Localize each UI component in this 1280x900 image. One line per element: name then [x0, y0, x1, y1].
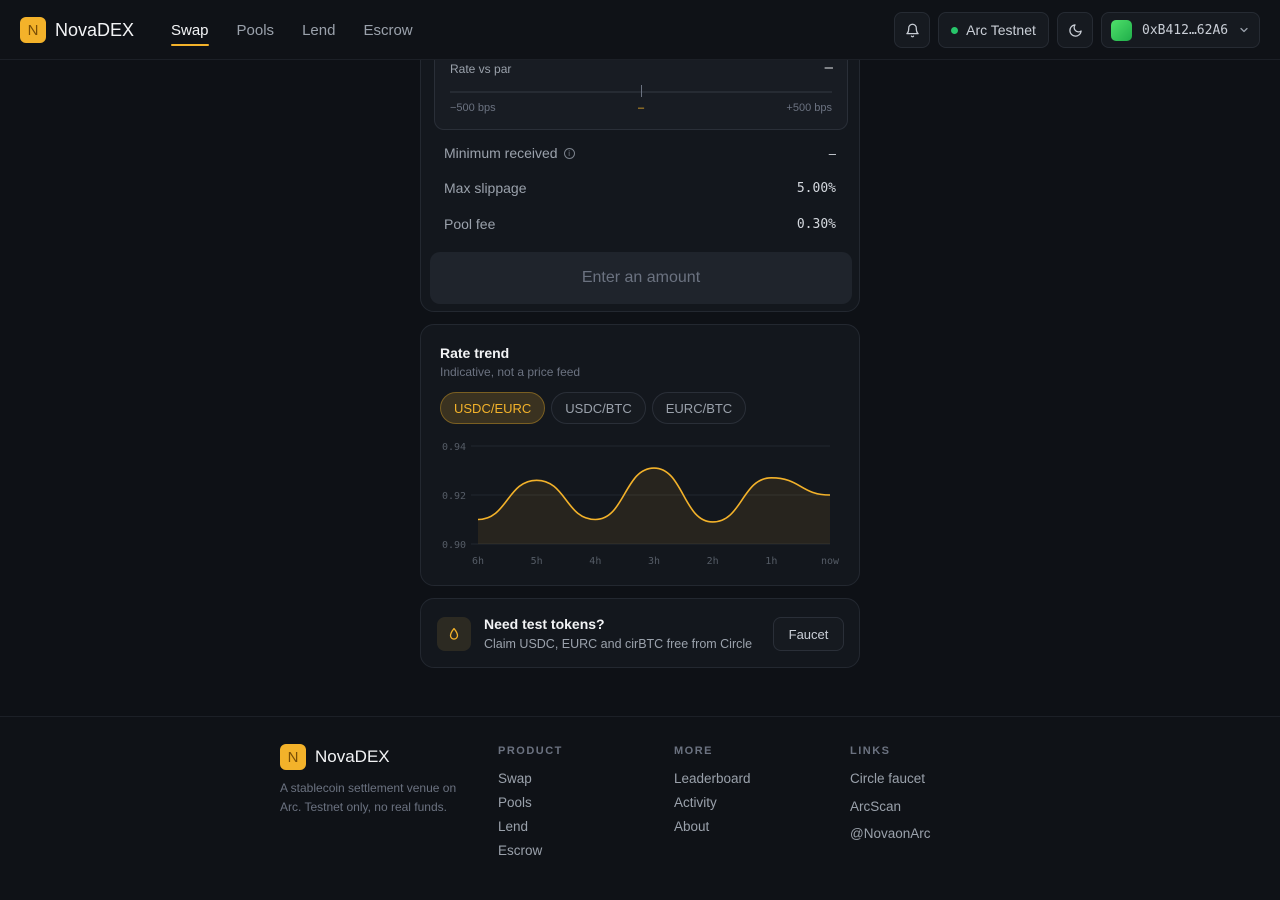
footer-link-pools[interactable]: Pools: [498, 795, 563, 819]
x-tick-label: 6h: [472, 556, 484, 567]
moon-icon: [1068, 23, 1082, 37]
footer-link-about[interactable]: About: [674, 819, 751, 843]
x-tick-label: 4h: [589, 556, 601, 567]
main-nav: Swap Pools Lend Escrow: [171, 0, 441, 60]
notifications-button[interactable]: [894, 12, 930, 48]
footer-more-column: MORE Leaderboard Activity About: [674, 745, 751, 843]
max-slippage-row: Max slippage 5.00%: [444, 180, 836, 196]
network-status-dot: [951, 26, 959, 34]
footer-link-twitter[interactable]: @NovaonArc: [850, 826, 931, 854]
footer-links-column: LINKS Circle faucet ArcScan @NovaonArc: [850, 745, 931, 854]
footer-brand[interactable]: N NovaDEX: [280, 744, 390, 770]
rate-scale-marker: [641, 85, 642, 97]
pool-fee-value: 0.30%: [796, 216, 836, 232]
rate-trend-title: Rate trend: [440, 345, 510, 361]
chevron-down-icon: [1240, 27, 1248, 33]
wallet-button[interactable]: 0xB412…62A6: [1101, 12, 1260, 48]
footer-links-title: LINKS: [850, 745, 891, 757]
footer-link-leaderboard[interactable]: Leaderboard: [674, 771, 751, 795]
footer-link-escrow[interactable]: Escrow: [498, 843, 563, 867]
footer-logo-icon: N: [280, 744, 306, 770]
footer-link-activity[interactable]: Activity: [674, 795, 751, 819]
footer-brand-name: NovaDEX: [315, 747, 390, 766]
pair-usdc-eurc[interactable]: USDC/EURC: [440, 392, 546, 424]
pool-fee-row: Pool fee 0.30%: [444, 216, 836, 232]
rate-trend-card: Rate trend Indicative, not a price feed …: [420, 324, 860, 586]
minimum-received-row: Minimum received i –: [444, 145, 836, 161]
y-tick-label: 0.92: [442, 491, 466, 502]
faucet-subtitle: Claim USDC, EURC and cirBTC free from Ci…: [484, 637, 753, 651]
rate-scale-max: +500 bps: [786, 102, 832, 114]
rate-trend-subtitle: Indicative, not a price feed: [440, 365, 581, 379]
footer-product-column: PRODUCT Swap Pools Lend Escrow: [498, 745, 563, 867]
rate-vs-par-value: –: [824, 59, 833, 76]
wallet-address: 0xB412…62A6: [1142, 22, 1229, 38]
brand[interactable]: N NovaDEX: [20, 17, 134, 43]
pair-eurc-btc[interactable]: EURC/BTC: [651, 392, 747, 424]
theme-toggle[interactable]: [1057, 12, 1093, 48]
faucet-title: Need test tokens?: [484, 616, 605, 632]
x-tick-label: 2h: [707, 556, 719, 567]
x-tick-label: 3h: [648, 556, 660, 567]
nav-swap[interactable]: Swap: [171, 0, 209, 60]
x-tick-label: now: [821, 556, 840, 567]
footer-link-swap[interactable]: Swap: [498, 771, 563, 795]
rate-trend-chart: 0.94 0.92 0.90 6h 5h 4h 3h 2h 1h now: [442, 442, 840, 567]
footer-link-lend[interactable]: Lend: [498, 819, 563, 843]
footer-more-title: MORE: [674, 745, 713, 757]
y-tick-label: 0.90: [442, 540, 466, 551]
info-icon[interactable]: i: [563, 147, 575, 159]
footer-link-arcscan[interactable]: ArcScan: [850, 799, 931, 827]
faucet-button[interactable]: Faucet: [773, 617, 844, 651]
nav-lend[interactable]: Lend: [302, 0, 335, 60]
pool-fee-label: Pool fee: [444, 216, 496, 232]
x-tick-label: 5h: [531, 556, 543, 567]
avatar: [1111, 19, 1132, 41]
max-slippage-value: 5.00%: [796, 180, 836, 196]
faucet-card: Need test tokens? Claim USDC, EURC and c…: [420, 598, 860, 668]
footer: N NovaDEX A stablecoin settlement venue …: [0, 716, 1280, 900]
pair-selector: USDC/EURC USDC/BTC EURC/BTC: [440, 392, 752, 424]
network-label: Arc Testnet: [966, 22, 1036, 38]
bell-icon: [905, 23, 919, 37]
swap-card: Rate vs par – −500 bps – +500 bps Minimu…: [420, 40, 860, 312]
minimum-received-label: Minimum received: [444, 145, 558, 161]
x-tick-label: 1h: [765, 556, 777, 567]
top-bar: N NovaDEX Swap Pools Lend Escrow Arc Tes…: [0, 0, 1280, 60]
network-button[interactable]: Arc Testnet: [938, 12, 1049, 48]
max-slippage-label: Max slippage: [444, 180, 527, 196]
y-tick-label: 0.94: [442, 442, 466, 453]
footer-description: A stablecoin settlement venue on Arc. Te…: [280, 781, 457, 814]
brand-name: NovaDEX: [55, 19, 135, 40]
footer-product-title: PRODUCT: [498, 745, 563, 757]
nav-escrow[interactable]: Escrow: [363, 0, 412, 60]
minimum-received-value: –: [828, 145, 836, 161]
enter-amount-button[interactable]: Enter an amount: [430, 252, 852, 304]
footer-link-circle-faucet[interactable]: Circle faucet: [850, 771, 931, 799]
pair-usdc-btc[interactable]: USDC/BTC: [551, 392, 646, 424]
droplet-icon: [437, 617, 471, 651]
rate-scale-value: –: [637, 102, 645, 114]
nav-pools[interactable]: Pools: [237, 0, 275, 60]
logo-icon: N: [20, 17, 46, 43]
rate-vs-par-label: Rate vs par: [450, 62, 512, 76]
series-area: [478, 468, 830, 544]
